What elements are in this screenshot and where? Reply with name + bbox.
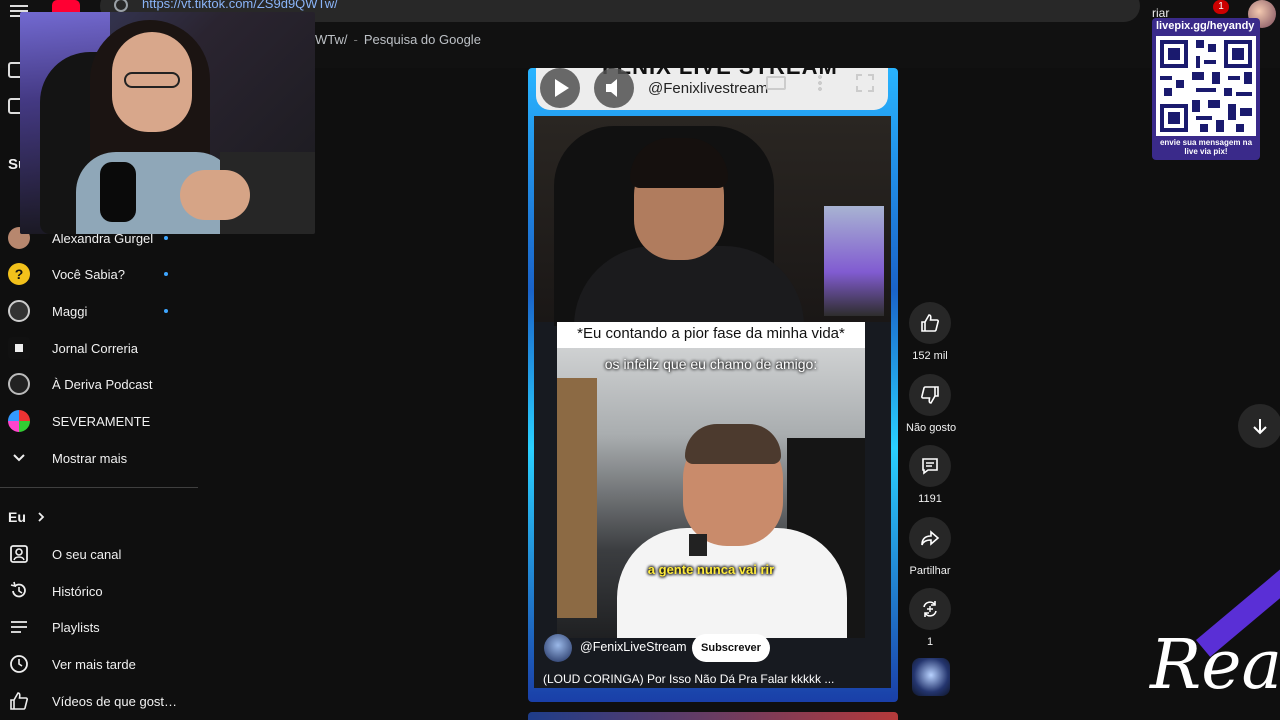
history-icon <box>10 581 26 598</box>
sidebar-item-label: À Deriva Podcast <box>52 376 153 392</box>
sidebar-item-history[interactable]: Histórico <box>0 573 198 609</box>
like-button[interactable] <box>909 302 951 344</box>
streamer-webcam <box>20 12 315 234</box>
sidebar-item-maggi[interactable]: Maggi <box>0 293 198 329</box>
more-options-icon[interactable] <box>818 74 822 92</box>
video-scene-top <box>534 116 891 336</box>
comments-count: 1191 <box>918 493 942 505</box>
clock-icon <box>10 655 28 673</box>
sidebar-item-label: Vídeos de que gost… <box>52 693 178 709</box>
sidebar-item-label: Histórico <box>52 583 103 599</box>
qr-title: livepix.gg/heyandy <box>1156 20 1255 32</box>
thumb-up-icon <box>921 314 939 332</box>
remix-count: 1 <box>926 636 934 648</box>
arrow-down-icon <box>1253 419 1267 435</box>
qr-code <box>1156 36 1256 136</box>
shirt-logo <box>689 534 707 556</box>
suggestion-fragment: WTw/ <box>315 32 348 47</box>
comments-button[interactable] <box>909 445 951 487</box>
sidebar-item-watch-later[interactable]: Ver mais tarde <box>0 646 198 682</box>
channel-avatar[interactable] <box>544 634 572 662</box>
share-action[interactable]: Partilhar <box>906 517 954 577</box>
fullscreen-icon[interactable] <box>856 74 874 92</box>
sidebar-item-severamente[interactable]: SEVERAMENTE <box>0 403 198 439</box>
you-heading-label: Eu <box>8 509 26 525</box>
meme-overlay-text: os infeliz que eu chamo de amigo: <box>604 356 818 372</box>
dislike-label: Não gosto <box>906 422 957 434</box>
play-button[interactable] <box>540 68 580 108</box>
sidebar-item-label: O seu canal <box>52 546 122 562</box>
new-content-dot <box>164 309 168 313</box>
new-content-dot <box>164 272 168 276</box>
channel-name[interactable]: @FenixLiveStream <box>580 640 686 654</box>
sidebar-item-your-channel[interactable]: O seu canal <box>0 536 198 572</box>
meme-subtitle: a gente nunca vai rir <box>647 562 775 577</box>
address-url[interactable]: https://vt.tiktok.com/ZS9d9QWTw/ <box>142 0 338 11</box>
sidebar-item-label: Playlists <box>52 619 100 635</box>
person-box-icon <box>10 545 28 563</box>
like-action[interactable]: 152 mil <box>906 302 954 362</box>
next-short-preview[interactable] <box>528 712 898 720</box>
search-suggestion[interactable]: WTw/- Pesquisa do Google <box>315 32 481 47</box>
channel-avatar <box>8 337 30 359</box>
sidebar-item-liked-videos[interactable]: Vídeos de que gost… <box>0 683 198 719</box>
sidebar-item-label: Mostrar mais <box>52 450 128 466</box>
suggestion-engine: Pesquisa do Google <box>363 32 481 47</box>
sidebar-item-voce-sabia[interactable]: ? Você Sabia? <box>0 256 198 292</box>
share-button[interactable] <box>909 517 951 559</box>
meme-caption: *Eu contando a pior fase da minha vida* <box>577 325 845 342</box>
sound-avatar[interactable] <box>912 658 950 696</box>
like-count: 152 mil <box>912 350 948 362</box>
video-handle-overlay: @Fenixlivestream <box>648 80 769 97</box>
sidebar-item-label: Jornal Correria <box>52 340 138 356</box>
volume-button[interactable] <box>594 68 634 108</box>
sidebar-item-label: Ver mais tarde <box>52 656 136 672</box>
new-content-dot <box>164 236 168 240</box>
channel-avatar <box>8 373 30 395</box>
chevron-down-icon <box>8 447 30 469</box>
question-icon: ? <box>8 263 30 285</box>
remix-icon <box>923 601 937 617</box>
comments-action[interactable]: 1191 <box>906 445 954 505</box>
dislike-action[interactable]: Não gosto <box>906 374 957 434</box>
sidebar-divider <box>0 487 198 488</box>
remix-button[interactable] <box>909 588 951 630</box>
suggestion-separator: - <box>353 32 358 47</box>
subscribe-button[interactable]: Subscrever <box>692 634 770 662</box>
player-controls-bar: FENIX LIVE STREAM @Fenixlivestream <box>536 68 888 110</box>
sidebar-item-playlists[interactable]: Playlists <box>0 609 198 645</box>
remix-action[interactable]: 1 <box>906 588 954 648</box>
sidebar-item-show-more[interactable]: Mostrar mais <box>0 440 198 476</box>
captions-icon[interactable] <box>766 76 786 90</box>
dislike-button[interactable] <box>909 374 951 416</box>
sidebar-item-label: Maggi <box>52 303 88 319</box>
channel-avatar <box>8 410 30 432</box>
sidebar-item-label: Você Sabia? <box>52 266 126 282</box>
chevron-right-icon <box>38 512 45 522</box>
thumb-down-icon <box>921 386 939 404</box>
short-title[interactable]: (LOUD CORINGA) Por Isso Não Dá Pra Falar… <box>543 672 843 686</box>
share-label: Partilhar <box>909 565 951 577</box>
next-short-button[interactable] <box>1238 404 1280 448</box>
stream-banner-text: FENIX LIVE STREAM <box>602 68 838 80</box>
meme-video: os infeliz que eu chamo de amigo: a gent… <box>557 348 865 638</box>
you-section-heading[interactable]: Eu <box>8 509 46 525</box>
screen: https://vt.tiktok.com/ZS9d9QWTw/ WTw/- Pe… <box>0 0 1280 720</box>
sidebar-item-label: SEVERAMENTE <box>52 413 151 429</box>
qr-caption: envie sua mensagem na live via pix! <box>1159 138 1253 156</box>
react-brand-mark: React <box>1150 626 1280 705</box>
sidebar-item-a-deriva-podcast[interactable]: À Deriva Podcast <box>0 366 198 402</box>
sidebar-item-jornal-correria[interactable]: Jornal Correria <box>0 330 198 366</box>
share-icon <box>921 530 940 546</box>
playlist-icon <box>11 621 27 633</box>
comment-icon <box>922 458 938 475</box>
thumb-up-icon <box>10 692 28 710</box>
channel-avatar <box>8 300 30 322</box>
notification-badge[interactable]: 1 <box>1213 0 1229 14</box>
